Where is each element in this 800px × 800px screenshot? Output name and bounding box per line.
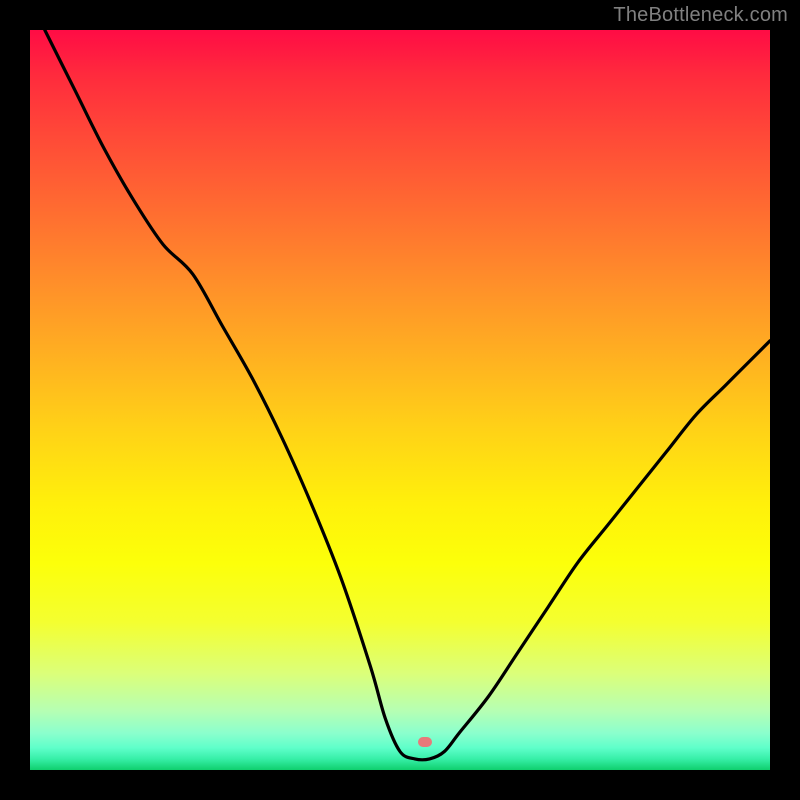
optimum-marker [418, 737, 432, 747]
plot-area [30, 30, 770, 770]
bottleneck-curve [30, 30, 770, 770]
chart-frame: TheBottleneck.com [0, 0, 800, 800]
watermark-text: TheBottleneck.com [613, 4, 788, 27]
